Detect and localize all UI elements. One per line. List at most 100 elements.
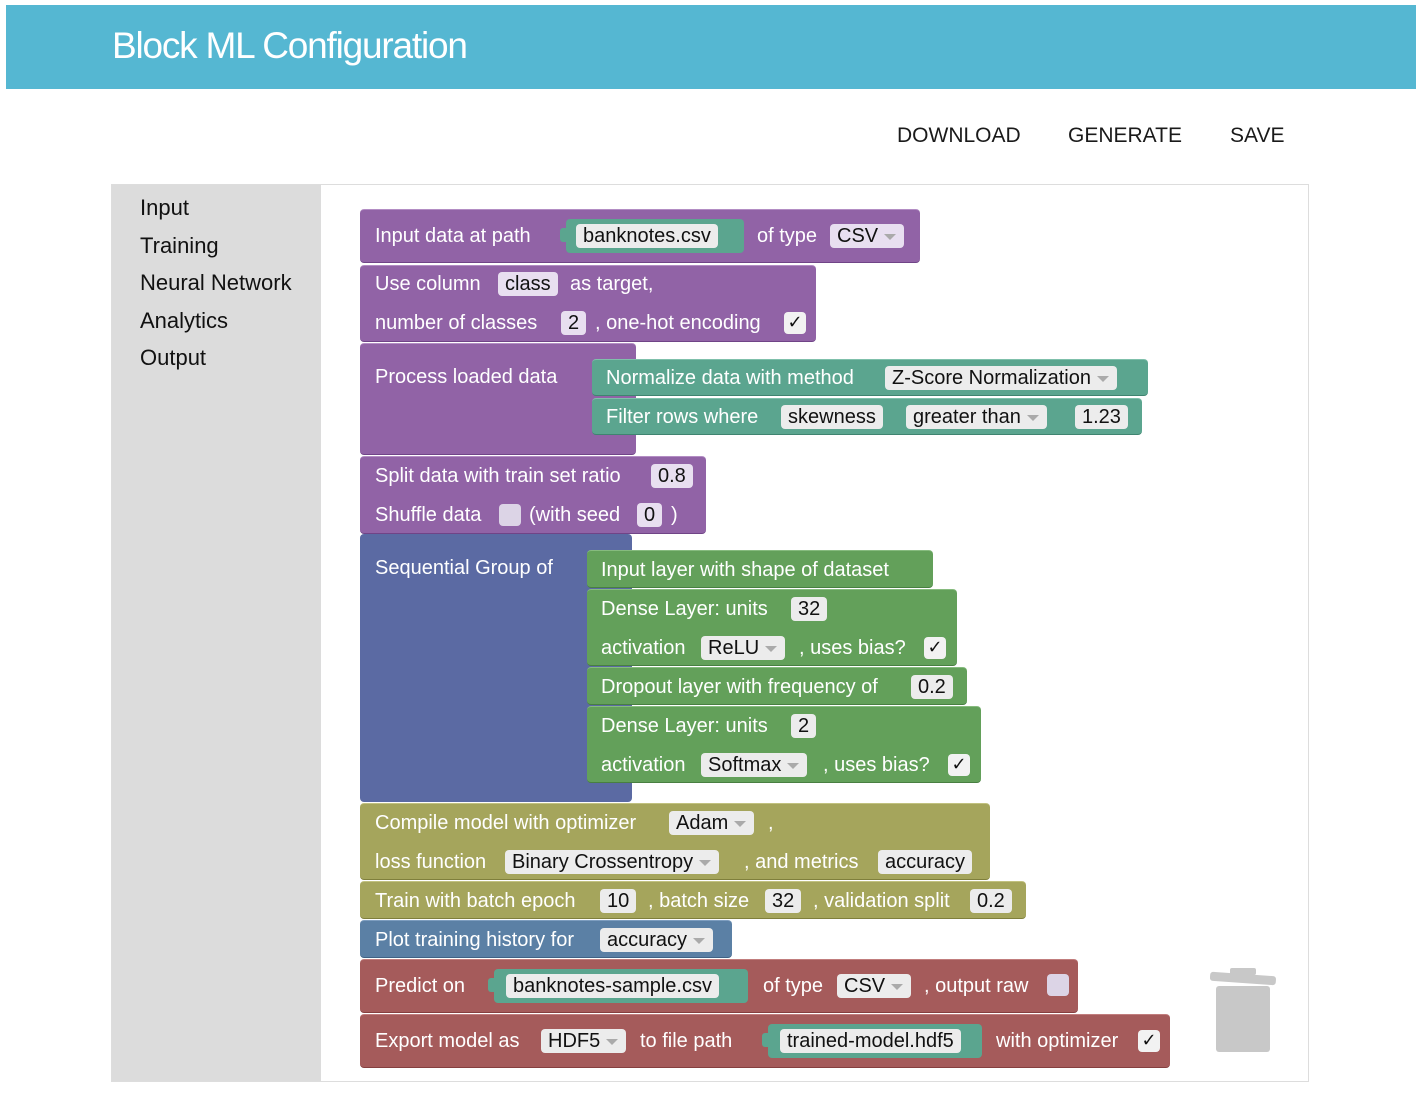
- dense2-units-field[interactable]: 2: [791, 714, 817, 738]
- dense-layer-block-2[interactable]: Dense Layer: units 2 activation Softmax …: [587, 706, 981, 783]
- action-bar: DOWNLOAD GENERATE SAVE: [0, 124, 1422, 150]
- connector-icon: [488, 978, 496, 992]
- with-optimizer-label: with optimizer: [996, 1030, 1119, 1052]
- number-of-classes-label: number of classes: [375, 312, 538, 334]
- compile-label: Compile model with optimizer: [375, 812, 637, 834]
- metrics-field[interactable]: accuracy: [878, 850, 973, 874]
- dense1-activation-dropdown[interactable]: ReLU: [701, 636, 786, 660]
- dropout-frequency-field[interactable]: 0.2: [911, 675, 953, 699]
- target-column-block[interactable]: Use column class as target, number of cl…: [360, 265, 816, 342]
- dense1-bias-label: , uses bias?: [799, 637, 906, 659]
- export-label: Export model as: [375, 1030, 520, 1052]
- with-optimizer-checkbox[interactable]: ✓: [1138, 1030, 1160, 1052]
- input-type-dropdown[interactable]: CSV: [830, 224, 905, 248]
- input-path-field[interactable]: banknotes.csv: [576, 224, 718, 248]
- epoch-field[interactable]: 10: [600, 889, 637, 913]
- dropout-label: Dropout layer with frequency of: [601, 676, 878, 698]
- input-data-label: Input data at path: [375, 225, 531, 247]
- plot-metric-dropdown[interactable]: accuracy: [600, 928, 714, 952]
- export-format-dropdown[interactable]: HDF5: [541, 1029, 627, 1053]
- input-layer-label: Input layer with shape of dataset: [601, 559, 889, 581]
- metrics-label: , and metrics: [744, 851, 859, 873]
- optimizer-dropdown[interactable]: Adam: [669, 811, 755, 835]
- predict-label: Predict on: [375, 975, 466, 997]
- dense1-units-field[interactable]: 32: [791, 597, 828, 621]
- export-path-string-block[interactable]: trained-model.hdf5: [762, 1024, 982, 1058]
- target-column-field[interactable]: class: [498, 272, 558, 296]
- one-hot-label: , one-hot encoding: [595, 312, 761, 334]
- filter-column-field[interactable]: skewness: [781, 405, 883, 429]
- plot-label: Plot training history for: [375, 929, 574, 951]
- split-label: Split data with train set ratio: [375, 465, 621, 487]
- dropout-layer-block[interactable]: Dropout layer with frequency of 0.2: [587, 667, 967, 705]
- plot-history-block[interactable]: Plot training history for accuracy: [360, 920, 732, 958]
- toolbox-category-analytics[interactable]: Analytics: [140, 308, 228, 334]
- train-block[interactable]: Train with batch epoch 10 , batch size 3…: [360, 881, 1026, 919]
- toolbox-category-input[interactable]: Input: [140, 195, 189, 221]
- filter-operator-dropdown[interactable]: greater than: [906, 405, 1047, 429]
- file-path-label: to file path: [640, 1030, 733, 1052]
- dense2-bias-checkbox[interactable]: ✓: [948, 754, 970, 776]
- normalize-method-dropdown[interactable]: Z-Score Normalization: [885, 366, 1117, 390]
- classes-field[interactable]: 2: [561, 311, 587, 335]
- dense1-activation-label: activation: [601, 637, 686, 659]
- output-raw-label: , output raw: [924, 975, 1029, 997]
- input-data-block[interactable]: Input data at path banknotes.csv of type…: [360, 209, 920, 263]
- batch-size-label: , batch size: [648, 890, 750, 912]
- filter-label: Filter rows where: [606, 406, 759, 428]
- shuffle-label: Shuffle data: [375, 504, 482, 526]
- filter-value-field[interactable]: 1.23: [1075, 405, 1128, 429]
- batch-size-field[interactable]: 32: [765, 889, 802, 913]
- dense2-bias-label: , uses bias?: [823, 754, 930, 776]
- seed-label: (with seed: [529, 504, 621, 526]
- output-raw-checkbox[interactable]: [1047, 974, 1069, 996]
- compile-comma: ,: [768, 812, 774, 834]
- predict-block[interactable]: Predict on banknotes-sample.csv of type …: [360, 959, 1078, 1013]
- export-model-block[interactable]: Export model as HDF5 to file path traine…: [360, 1014, 1170, 1068]
- dense1-label: Dense Layer: units: [601, 598, 768, 620]
- input-layer-block[interactable]: Input layer with shape of dataset: [587, 550, 933, 588]
- dense1-bias-checkbox[interactable]: ✓: [924, 637, 946, 659]
- connector-icon: [762, 1033, 770, 1047]
- predict-path-field[interactable]: banknotes-sample.csv: [506, 974, 719, 998]
- predict-type-dropdown[interactable]: CSV: [837, 974, 912, 998]
- as-target-label: as target,: [570, 273, 654, 295]
- trash-icon[interactable]: [1209, 966, 1276, 1054]
- loss-label: loss function: [375, 851, 487, 873]
- toolbox-category-training[interactable]: Training: [140, 233, 219, 259]
- train-label: Train with batch epoch: [375, 890, 576, 912]
- one-hot-checkbox[interactable]: ✓: [784, 312, 806, 334]
- validation-split-field[interactable]: 0.2: [970, 889, 1012, 913]
- predict-type-label: of type: [763, 975, 824, 997]
- input-type-label: of type: [757, 225, 818, 247]
- dense2-activation-dropdown[interactable]: Softmax: [701, 753, 808, 777]
- normalize-block[interactable]: Normalize data with method Z-Score Norma…: [592, 359, 1148, 396]
- toolbox-category-neural-network[interactable]: Neural Network: [140, 270, 292, 296]
- validation-split-label: , validation split: [813, 890, 950, 912]
- compile-model-block[interactable]: Compile model with optimizer Adam , loss…: [360, 803, 990, 880]
- toolbox: Input Training Neural Network Analytics …: [112, 185, 321, 1081]
- use-column-label: Use column: [375, 273, 481, 295]
- loss-dropdown[interactable]: Binary Crossentropy: [505, 850, 720, 874]
- filter-block[interactable]: Filter rows where skewness greater than …: [592, 398, 1142, 435]
- seed-field[interactable]: 0: [637, 503, 663, 527]
- shuffle-checkbox[interactable]: [499, 504, 521, 526]
- normalize-label: Normalize data with method: [606, 367, 854, 389]
- generate-button[interactable]: GENERATE: [1068, 124, 1182, 148]
- dense2-label: Dense Layer: units: [601, 715, 768, 737]
- process-label: Process loaded data: [375, 366, 558, 388]
- export-path-field[interactable]: trained-model.hdf5: [780, 1029, 961, 1053]
- seed-close-paren: ): [671, 504, 678, 526]
- dense-layer-block-1[interactable]: Dense Layer: units 32 activation ReLU , …: [587, 589, 957, 666]
- split-ratio-field[interactable]: 0.8: [651, 464, 693, 488]
- app-title: Block ML Configuration: [112, 25, 468, 66]
- connector-icon: [560, 228, 568, 242]
- save-button[interactable]: SAVE: [1230, 124, 1284, 148]
- input-path-string-block[interactable]: banknotes.csv: [560, 219, 744, 253]
- app-header: Block ML Configuration: [6, 5, 1416, 89]
- toolbox-category-output[interactable]: Output: [140, 345, 206, 371]
- download-button[interactable]: DOWNLOAD: [897, 124, 1021, 148]
- split-data-block[interactable]: Split data with train set ratio 0.8 Shuf…: [360, 456, 706, 534]
- predict-path-string-block[interactable]: banknotes-sample.csv: [488, 969, 748, 1003]
- sequential-label: Sequential Group of: [375, 557, 553, 579]
